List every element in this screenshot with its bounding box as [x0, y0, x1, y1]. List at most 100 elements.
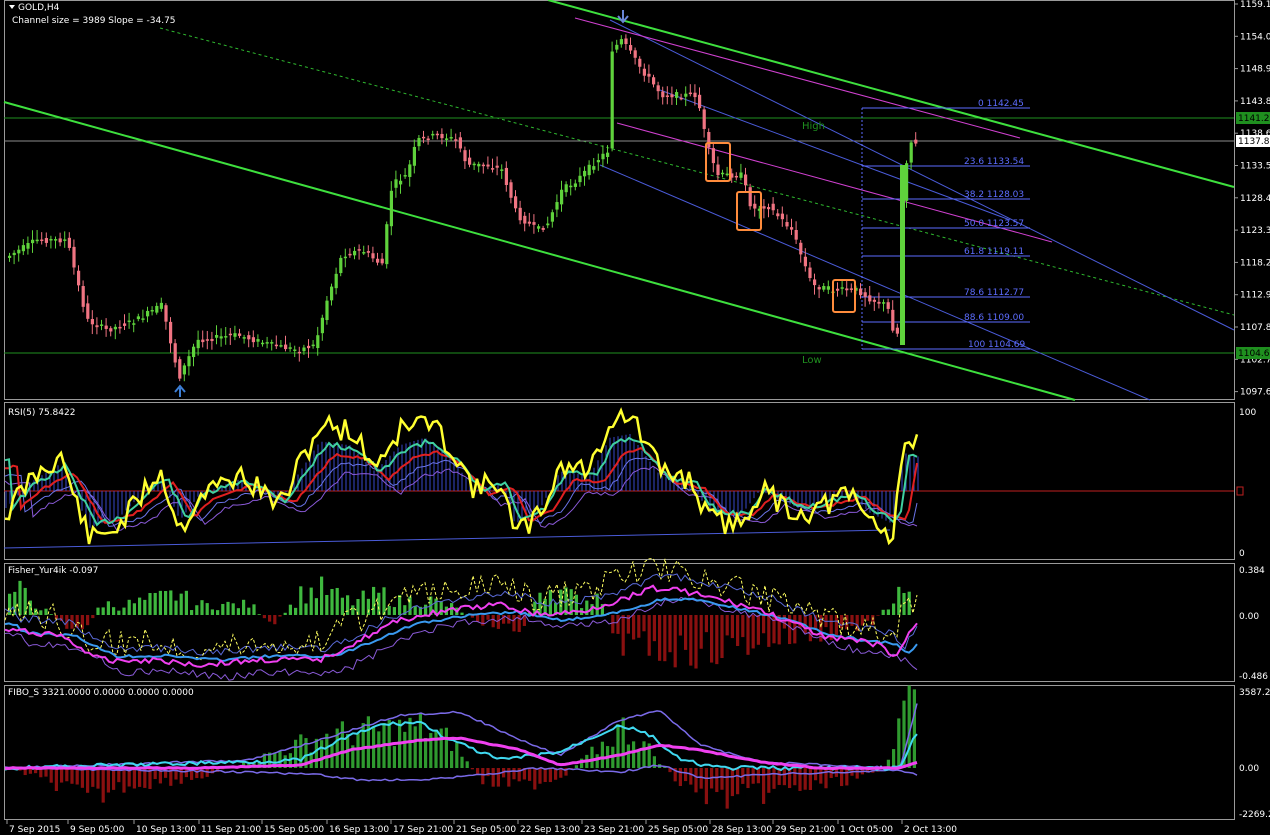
candle-body: [325, 300, 329, 321]
price-label: 1128.40: [1240, 194, 1270, 204]
candle-body: [560, 189, 564, 205]
candle-body: [182, 365, 186, 375]
fibo-s-panel[interactable]: FIBO_S 3321.0000 0.0000 0.0000 0.0000 35…: [4, 685, 1270, 820]
time-axis[interactable]: 7 Sep 2015 9 Sep 05:00 10 Sep 13:00 11 Sep …: [6, 820, 957, 835]
fisher-hist-bar: [268, 615, 272, 622]
fisher-hist-bar: [330, 588, 334, 615]
candle-body: [371, 253, 375, 259]
candle-body: [127, 320, 131, 323]
fibo-s-hist-bar: [600, 741, 604, 768]
fisher-hist-bar: [424, 604, 428, 615]
candle-body: [748, 187, 752, 207]
fisher-hist-bar: [637, 615, 641, 638]
fibo-s-hist-bar: [730, 768, 734, 797]
candle-body: [8, 255, 12, 258]
candle-body: [141, 318, 145, 320]
fisher-hist-bar: [647, 615, 651, 656]
fisher-hist-bar: [288, 604, 292, 615]
fisher-hist-bar: [798, 615, 802, 629]
fisher-hist-bar: [715, 615, 719, 665]
fisher-hist-bar: [200, 600, 204, 615]
fisher-hist-bar: [668, 615, 672, 653]
fisher-hist-bar: [351, 605, 355, 615]
candle-body: [159, 302, 163, 309]
candle-body: [803, 256, 807, 267]
time-label: 11 Sep 21:00: [201, 825, 261, 835]
candle-body: [297, 351, 301, 354]
candle-body: [385, 224, 389, 265]
dropdown-triangle-icon[interactable]: [9, 5, 15, 9]
candle-body: [468, 157, 472, 165]
candle-body: [58, 238, 62, 243]
price-label: 1159.15: [1240, 0, 1270, 10]
fisher-hist-bar: [127, 599, 131, 615]
fisher-hist-bar: [704, 615, 708, 633]
candle-body: [652, 77, 656, 85]
fisher-hist-bar: [902, 592, 906, 615]
fisher-hist-bar: [741, 615, 745, 638]
candle-body: [872, 299, 876, 302]
fisher-hist-bar: [184, 590, 188, 615]
price-panel[interactable]: 0 1142.45 23.6 1133.54 38.2 1128.03 50.0 11…: [3, 0, 1235, 401]
fisher-hist-bar: [751, 615, 755, 649]
fibo-s-axis-mid: 0.00: [1239, 764, 1259, 774]
fisher-hist-bar: [673, 615, 677, 668]
candle-body: [95, 325, 99, 328]
fisher-title: Fisher_Yur4ik -0.097: [8, 566, 98, 576]
candle-body: [334, 273, 338, 289]
time-label: 29 Sep 21:00: [775, 825, 835, 835]
candle-body: [679, 97, 683, 100]
price-axis[interactable]: 1159.151154.051148.901143.801138.601133.…: [1234, 0, 1270, 398]
fibo-s-hist-bar: [678, 768, 682, 787]
fisher-hist-bar: [840, 615, 844, 629]
fibo-s-hist-bar: [96, 768, 100, 789]
candle-body: [77, 270, 81, 286]
candle-body: [868, 295, 872, 302]
candle-body: [339, 257, 343, 274]
fib-level-label: 23.6 1133.54: [964, 157, 1024, 167]
candle-body: [210, 338, 214, 342]
fisher-hist-bar: [684, 615, 688, 650]
candle-body: [914, 139, 918, 144]
candle-body: [187, 356, 191, 367]
candle-body: [684, 93, 688, 97]
fisher-hist-bar: [210, 609, 214, 615]
candle-body: [178, 359, 182, 379]
fisher-hist-bar: [361, 590, 365, 615]
candle-body: [491, 168, 495, 170]
candle-body: [891, 309, 895, 331]
fisher-hist-bar: [257, 614, 261, 615]
fisher-hist-bar: [408, 596, 412, 615]
fisher-panel[interactable]: Fisher_Yur4ik -0.097 0.384 0.00 -0.486: [4, 557, 1268, 683]
candle-body: [118, 326, 122, 329]
fisher-hist-bar: [169, 590, 173, 615]
candle-body: [150, 310, 154, 312]
candle-body: [155, 305, 159, 313]
fisher-hist-bar: [720, 615, 724, 659]
candle-body: [440, 133, 444, 139]
price-label: 1118.20: [1240, 258, 1270, 268]
fisher-hist-bar: [278, 615, 282, 617]
candle-body: [353, 250, 357, 256]
fibo-s-histogram: [13, 685, 916, 809]
candle-body: [826, 286, 830, 290]
candle-body: [426, 138, 430, 141]
trading-chart[interactable]: 0 1142.45 23.6 1133.54 38.2 1128.03 50.0 11…: [0, 0, 1270, 835]
candle-body: [698, 94, 702, 109]
fibo-s-axis-top: 3587.2: [1239, 688, 1270, 698]
fibo-s-hist-bar: [798, 768, 802, 791]
fisher-hist-bar: [632, 615, 636, 640]
candle-body: [592, 166, 596, 170]
fisher-hist-bar: [226, 601, 230, 615]
fibo-s-hist-bar: [86, 768, 90, 793]
candle-body: [357, 249, 361, 251]
candle-body: [688, 92, 692, 95]
candle-body: [247, 335, 251, 340]
candle-body: [311, 344, 315, 347]
fisher-hist-bar: [372, 586, 376, 615]
candle-body: [564, 184, 568, 193]
candle-body: [877, 301, 881, 304]
candle-body: [81, 286, 85, 307]
rsi-panel[interactable]: RSI(5) 75.8422 100 0: [3, 407, 1256, 559]
fibo-s-hist-bar: [200, 768, 204, 779]
